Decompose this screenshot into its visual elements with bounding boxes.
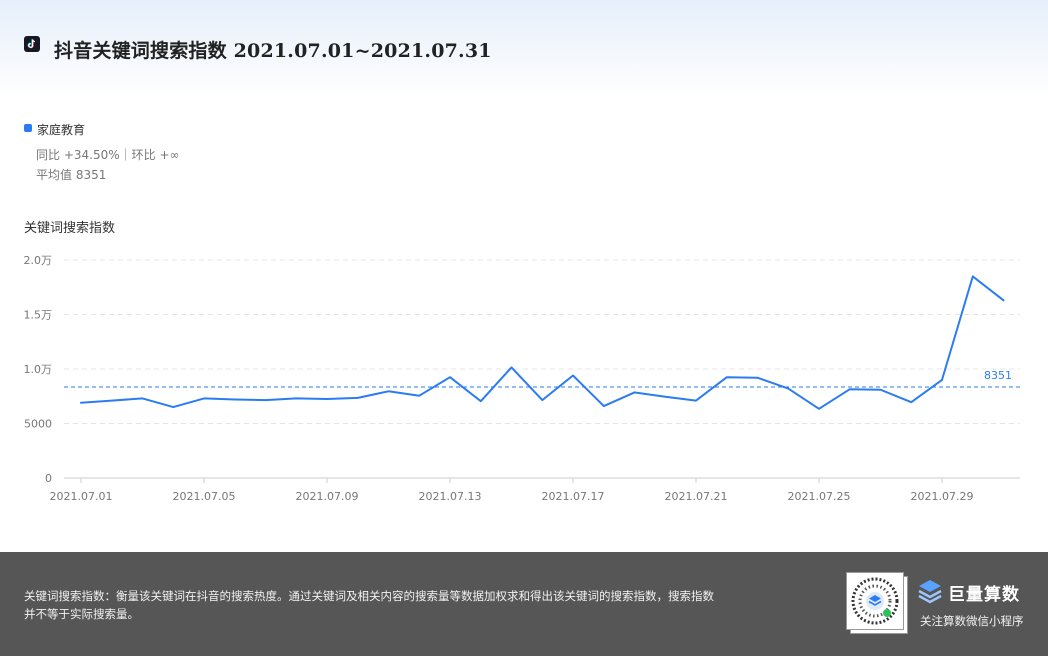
y-tick-label: 1.0万 [24, 363, 53, 376]
series-line [80, 275, 1005, 410]
y-tick-label: 2.0万 [24, 254, 53, 267]
brand-logo: 巨量算数 [918, 578, 1020, 606]
x-tick-label: 2021.07.09 [296, 490, 359, 503]
footer-description: 关键词搜索指数：衡量该关键词在抖音的搜索热度。通过关键词及相关内容的搜索量等数据… [24, 587, 764, 623]
y-tick-label: 0 [45, 472, 52, 485]
brand-name: 巨量算数 [948, 584, 1020, 605]
x-tick-label: 2021.07.21 [665, 490, 728, 503]
footer-description-line-1: 关键词搜索指数：衡量该关键词在抖音的搜索热度。通过关键词及相关内容的搜索量等数据… [24, 589, 714, 603]
x-tick-label: 2021.07.29 [911, 490, 974, 503]
x-tick-label: 2021.07.17 [542, 490, 605, 503]
footer: 关键词搜索指数：衡量该关键词在抖音的搜索热度。通过关键词及相关内容的搜索量等数据… [0, 552, 1048, 656]
footer-description-line-2: 并不等于实际搜索量。 [24, 607, 139, 621]
brand-subtitle: 关注算数微信小程序 [920, 614, 1024, 628]
qr-code-icon [846, 572, 908, 634]
x-tick-label: 2021.07.25 [788, 490, 851, 503]
x-tick-label: 2021.07.01 [50, 490, 113, 503]
x-tick-label: 2021.07.13 [419, 490, 482, 503]
line-chart[interactable]: 0 5000 1.0万 1.5万 2.0万 2021.07.01 2021.07.05 202… [0, 0, 1048, 552]
x-tick-label: 2021.07.05 [173, 490, 236, 503]
average-label: 8351 [984, 369, 1012, 382]
y-tick-label: 1.5万 [24, 309, 53, 322]
y-tick-label: 5000 [24, 418, 52, 431]
juliang-logo-icon [918, 580, 942, 604]
